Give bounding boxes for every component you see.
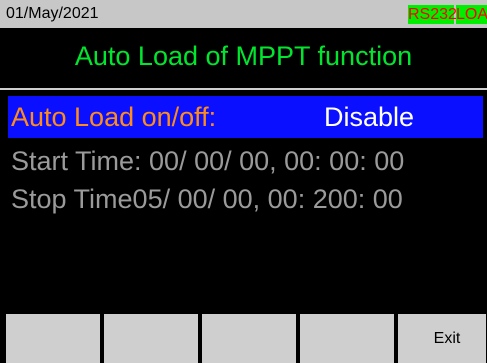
start-time-setting[interactable]: Start Time: 00/ 00/ 00, 00: 00: 00 (11, 143, 404, 179)
exit-button[interactable]: Exit (398, 314, 486, 363)
softkey-1[interactable] (6, 314, 100, 363)
rs232-badge: RS232 (408, 5, 457, 24)
page-title: Auto Load of MPPT function (0, 28, 487, 90)
softkey-4[interactable] (300, 314, 394, 363)
auto-load-value[interactable]: Disable (324, 96, 414, 138)
date-display: 01/May/2021 (6, 5, 99, 22)
softkey-3[interactable] (202, 314, 296, 363)
auto-load-setting[interactable]: Auto Load on/off: Disable (8, 96, 483, 138)
softkey-bar: Exit (6, 314, 487, 363)
softkey-2[interactable] (104, 314, 198, 363)
stop-time-setting[interactable]: Stop Time05/ 00/ 00, 00: 200: 00 (11, 181, 403, 217)
status-bar: 01/May/2021 RS232 LOAD (0, 0, 487, 28)
auto-load-label: Auto Load on/off: (11, 102, 217, 132)
load-badge: LOAD (456, 5, 487, 24)
